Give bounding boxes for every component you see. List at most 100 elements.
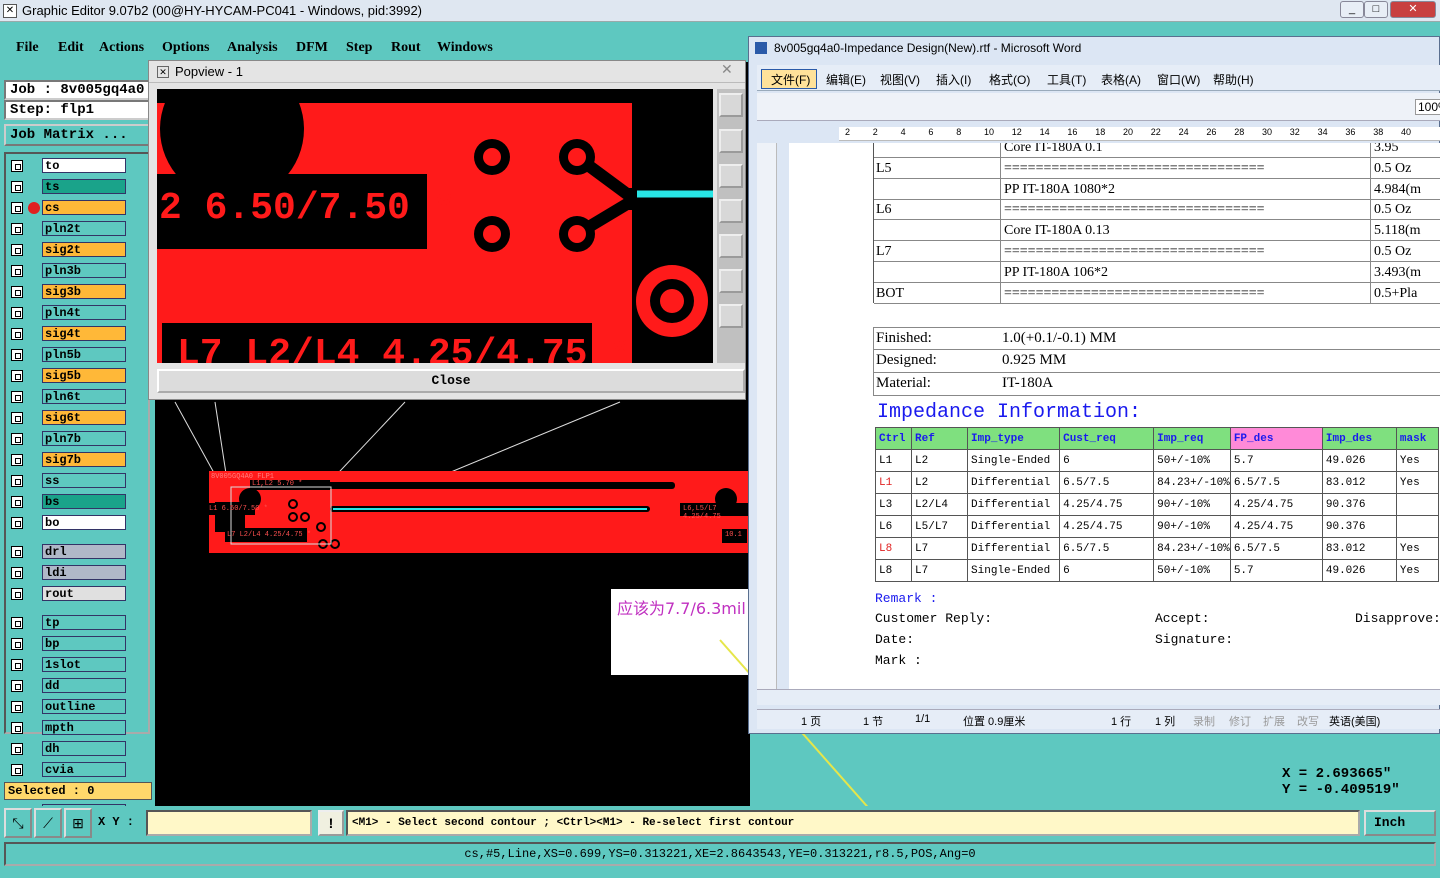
menu-actions[interactable]: Actions xyxy=(99,40,144,56)
layer-checkbox[interactable] xyxy=(11,223,23,235)
pan-down-icon[interactable] xyxy=(719,164,743,188)
layer-row[interactable]: pln3b xyxy=(8,263,128,278)
layer-name[interactable]: pln4t xyxy=(42,305,126,320)
layer-checkbox[interactable] xyxy=(11,588,23,600)
layer-name[interactable]: ss xyxy=(42,473,126,488)
select-tool-icon[interactable]: ⤡ xyxy=(4,808,32,838)
layer-row[interactable]: rout xyxy=(8,586,128,601)
horizontal-scrollbar[interactable] xyxy=(757,689,1440,705)
minimize-button[interactable]: _ xyxy=(1340,1,1364,18)
word-menu-format[interactable]: 格式(O) xyxy=(989,71,1030,88)
layer-name[interactable]: dh xyxy=(42,741,126,756)
layer-name[interactable]: drl xyxy=(42,544,126,559)
layer-row[interactable]: to xyxy=(8,158,128,173)
layer-checkbox[interactable] xyxy=(11,496,23,508)
layer-name[interactable]: sig6t xyxy=(42,410,126,425)
layer-row[interactable]: sig2t xyxy=(8,242,128,257)
layer-checkbox[interactable] xyxy=(11,454,23,466)
layer-name[interactable]: pln5b xyxy=(42,347,126,362)
word-menu-help[interactable]: 帮助(H) xyxy=(1213,71,1254,88)
menu-dfm[interactable]: DFM xyxy=(296,40,328,56)
word-menu-table[interactable]: 表格(A) xyxy=(1101,71,1141,88)
popview-canvas[interactable]: 2 6.50/7.50 * L7 L2/L4 4.25/4.75 * xyxy=(157,89,713,363)
layer-checkbox[interactable] xyxy=(11,328,23,340)
word-menu-window[interactable]: 窗口(W) xyxy=(1157,71,1200,88)
pan-left-icon[interactable] xyxy=(719,199,743,223)
layer-row[interactable]: cs xyxy=(8,200,128,215)
layer-row[interactable]: bo xyxy=(8,515,128,530)
layer-name[interactable]: sig2t xyxy=(42,242,126,257)
layer-name[interactable]: rout xyxy=(42,586,126,601)
word-menu-insert[interactable]: 插入(I) xyxy=(936,71,971,88)
layer-name[interactable]: cvia xyxy=(42,762,126,777)
layer-row[interactable]: sig4t xyxy=(8,326,128,341)
layer-row[interactable]: sig3b xyxy=(8,284,128,299)
layer-row[interactable]: sig6t xyxy=(8,410,128,425)
layer-checkbox[interactable] xyxy=(11,265,23,277)
layer-name[interactable]: 1slot xyxy=(42,657,126,672)
layer-name[interactable]: dd xyxy=(42,678,126,693)
menu-edit[interactable]: Edit xyxy=(58,40,84,56)
layer-checkbox[interactable] xyxy=(11,617,23,629)
layer-row[interactable]: bs xyxy=(8,494,128,509)
word-menu-tools[interactable]: 工具(T) xyxy=(1047,71,1086,88)
layer-name[interactable]: sig5b xyxy=(42,368,126,383)
layer-row[interactable]: pln6t xyxy=(8,389,128,404)
zoom-home-icon[interactable] xyxy=(719,304,743,328)
pan-right-icon[interactable] xyxy=(719,234,743,258)
pan-up-icon[interactable] xyxy=(719,129,743,153)
layer-row[interactable]: ts xyxy=(8,179,128,194)
xy-input[interactable] xyxy=(146,810,312,836)
layer-row[interactable]: ldi xyxy=(8,565,128,580)
layer-name[interactable]: sig7b xyxy=(42,452,126,467)
popview-close-icon[interactable]: ✕ xyxy=(721,61,733,78)
layer-name[interactable]: outline xyxy=(42,699,126,714)
menu-analysis[interactable]: Analysis xyxy=(227,40,278,56)
layer-name[interactable]: bp xyxy=(42,636,126,651)
layer-checkbox[interactable] xyxy=(11,546,23,558)
layer-row[interactable]: sig5b xyxy=(8,368,128,383)
layer-row[interactable]: ss xyxy=(8,473,128,488)
layer-name[interactable]: ts xyxy=(42,179,126,194)
layer-row[interactable]: cvia xyxy=(8,762,128,777)
layer-checkbox[interactable] xyxy=(11,412,23,424)
job-matrix-button[interactable]: Job Matrix ... xyxy=(4,124,150,146)
menu-options[interactable]: Options xyxy=(162,40,209,56)
units-button[interactable]: Inch xyxy=(1364,810,1436,836)
close-button[interactable]: ✕ xyxy=(1390,1,1436,18)
layer-row[interactable]: pln4t xyxy=(8,305,128,320)
layer-checkbox[interactable] xyxy=(11,370,23,382)
layer-name[interactable]: mpth xyxy=(42,720,126,735)
menu-step[interactable]: Step xyxy=(346,40,372,56)
layer-checkbox[interactable] xyxy=(11,722,23,734)
layer-checkbox[interactable] xyxy=(11,475,23,487)
word-menu-edit[interactable]: 编辑(E) xyxy=(826,71,866,88)
layer-checkbox[interactable] xyxy=(11,659,23,671)
layer-checkbox[interactable] xyxy=(11,160,23,172)
layer-checkbox[interactable] xyxy=(11,202,23,214)
layer-row[interactable]: pln2t xyxy=(8,221,128,236)
layer-checkbox[interactable] xyxy=(11,567,23,579)
layer-checkbox[interactable] xyxy=(11,764,23,776)
layer-checkbox[interactable] xyxy=(11,244,23,256)
word-menu-view[interactable]: 视图(V) xyxy=(880,71,920,88)
measure-tool-icon[interactable]: ⟋ xyxy=(34,808,62,838)
layer-row[interactable]: sig7b xyxy=(8,452,128,467)
layer-name[interactable]: to xyxy=(42,158,126,173)
layer-checkbox[interactable] xyxy=(11,701,23,713)
maximize-button[interactable]: □ xyxy=(1364,1,1388,18)
word-menu-file[interactable]: 文件(F) xyxy=(771,71,810,88)
layer-checkbox[interactable] xyxy=(11,433,23,445)
zoom-select[interactable]: 100% xyxy=(1415,99,1440,115)
alert-icon[interactable]: ! xyxy=(318,810,344,836)
layer-name[interactable]: sig3b xyxy=(42,284,126,299)
layer-name[interactable]: pln3b xyxy=(42,263,126,278)
layer-row[interactable]: dh xyxy=(8,741,128,756)
layer-checkbox[interactable] xyxy=(11,307,23,319)
layer-row[interactable]: outline xyxy=(8,699,128,714)
menu-windows[interactable]: Windows xyxy=(437,40,493,56)
menu-rout[interactable]: Rout xyxy=(391,40,421,56)
layer-row[interactable]: mpth xyxy=(8,720,128,735)
layer-row[interactable]: bp xyxy=(8,636,128,651)
layer-checkbox[interactable] xyxy=(11,680,23,692)
